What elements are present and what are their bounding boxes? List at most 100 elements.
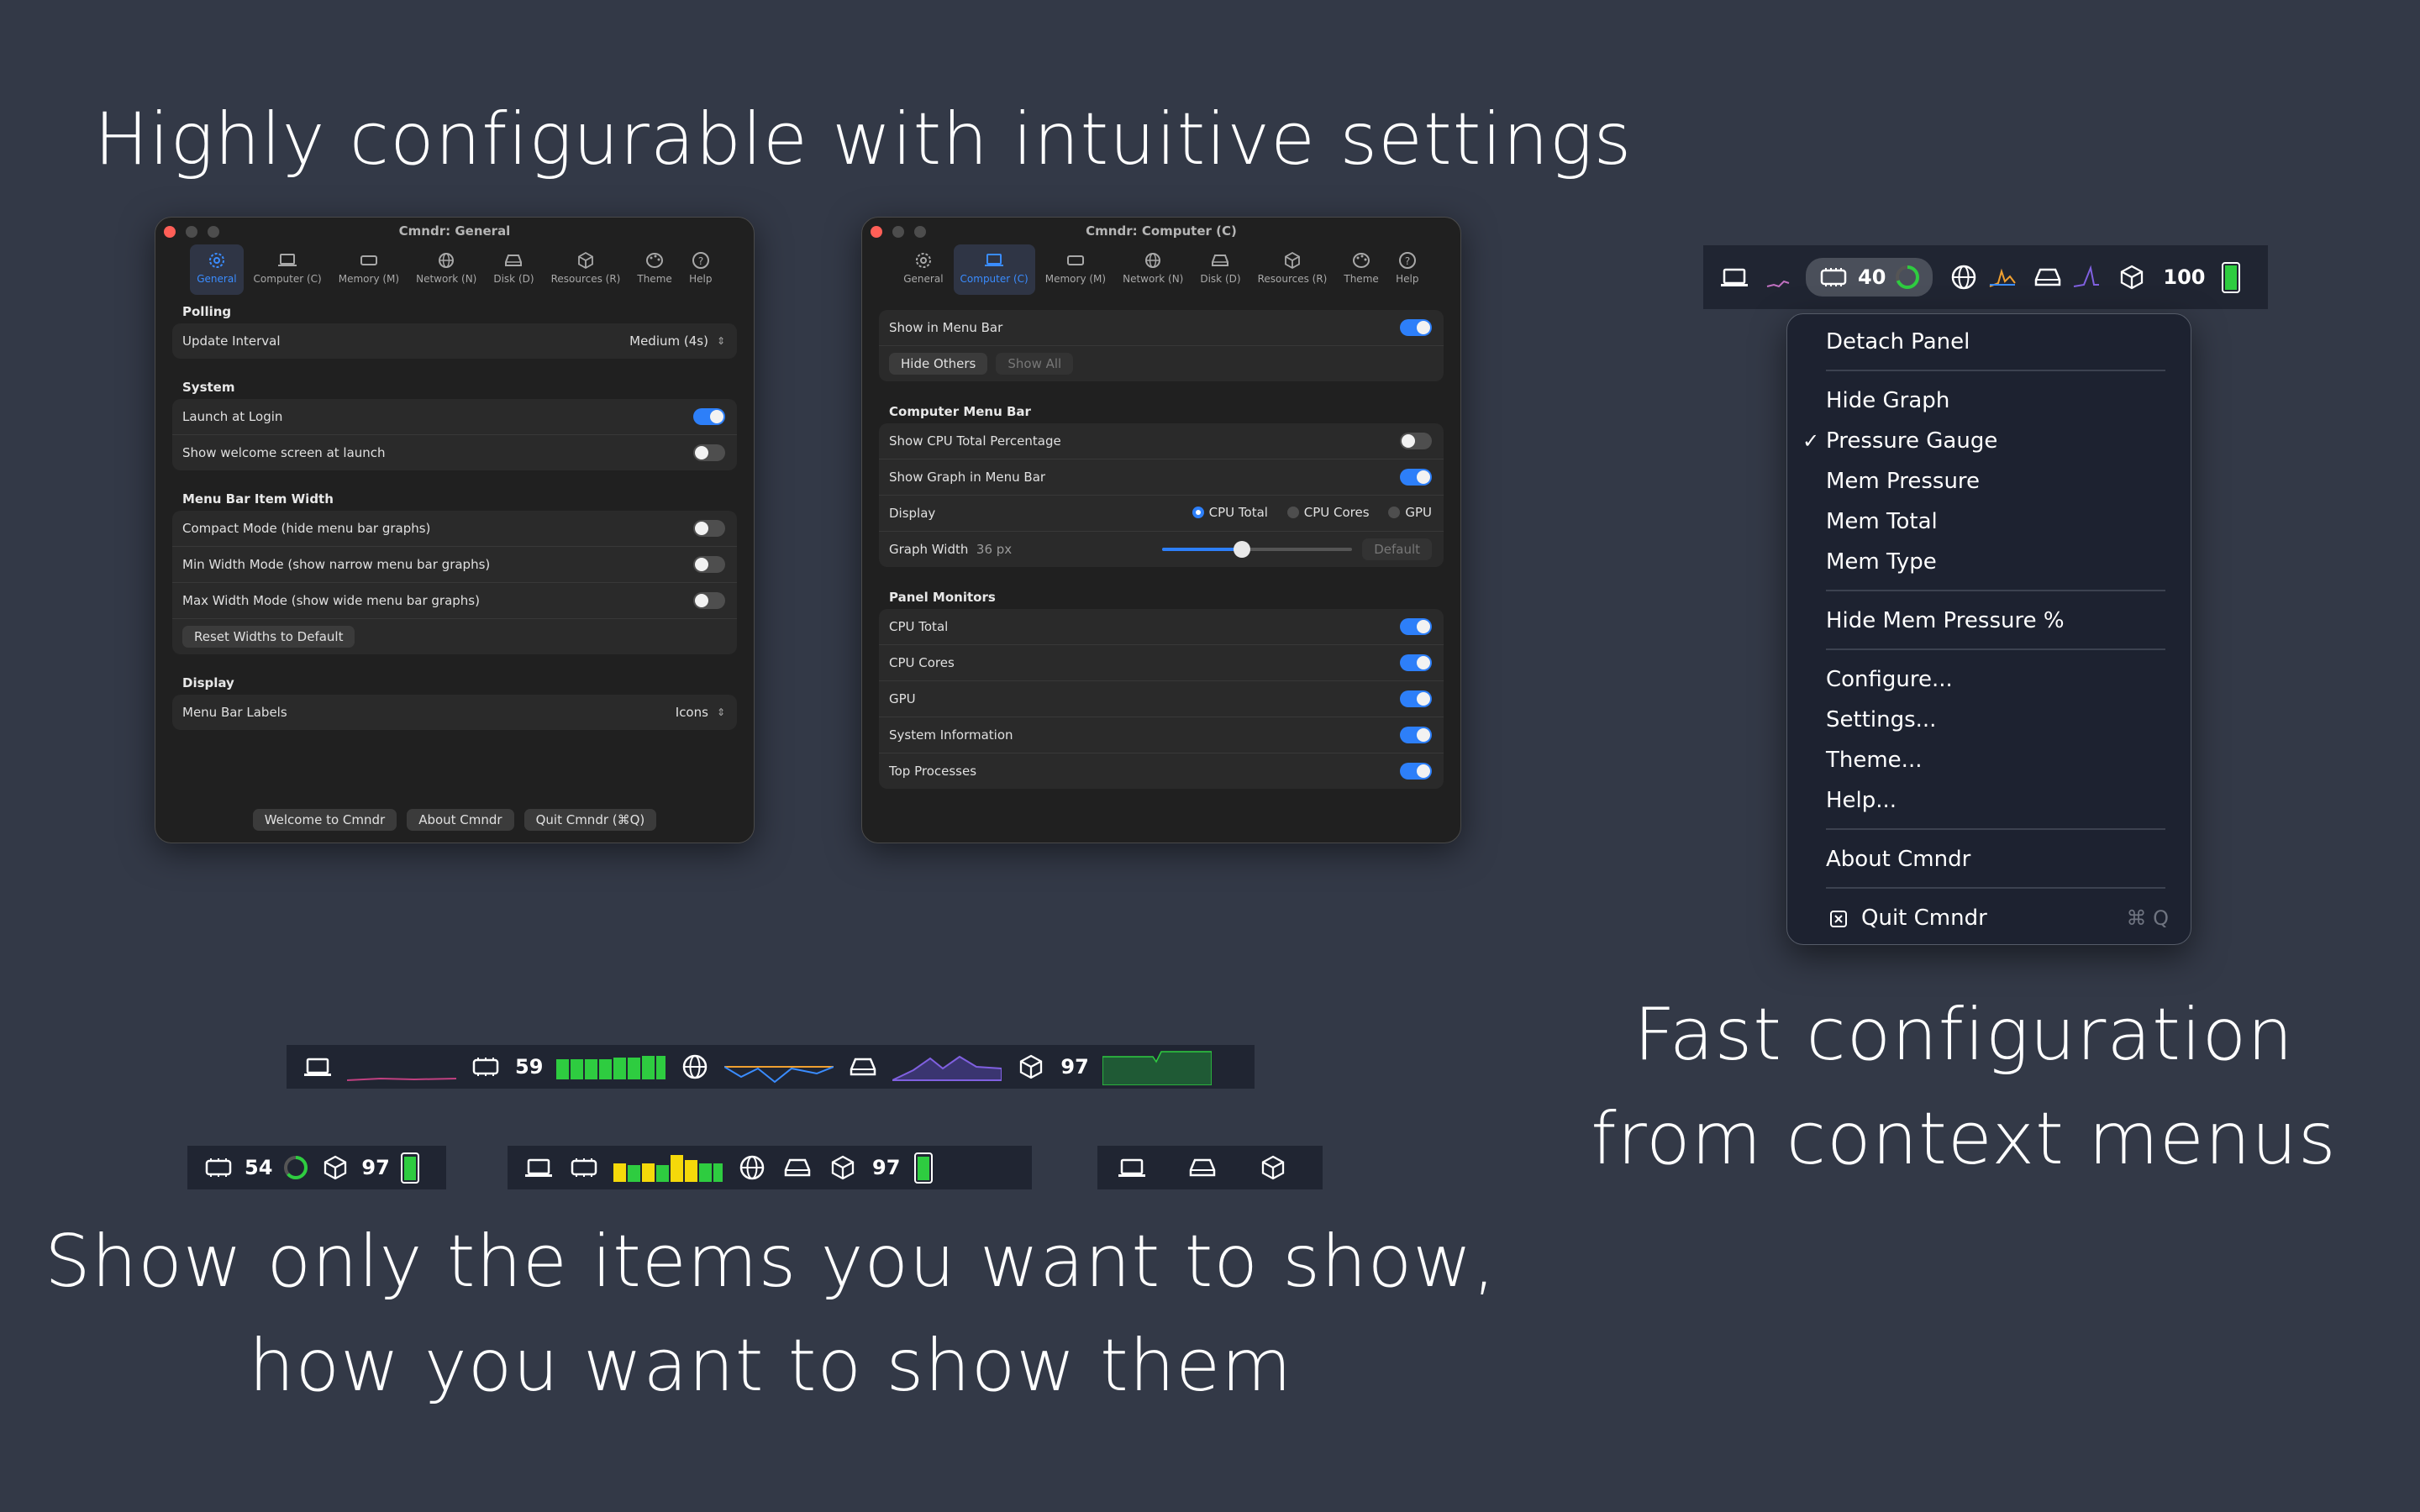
about-button[interactable]: About Cmndr (407, 809, 514, 831)
quit-button[interactable]: Quit Cmndr (⌘Q) (523, 809, 657, 831)
tab-help[interactable]: ? Help (1389, 244, 1426, 295)
tab-disk[interactable]: Disk (D) (487, 244, 540, 295)
disk-icon[interactable] (2032, 264, 2064, 291)
menu-item-settings[interactable]: Settings... (1826, 703, 1936, 737)
tab-general[interactable]: General (190, 244, 244, 295)
menu-item-help[interactable]: Help... (1826, 784, 1897, 817)
reset-widths-button[interactable]: Reset Widths to Default (182, 626, 355, 648)
disk-icon[interactable] (1186, 1154, 1218, 1181)
menu-item-about[interactable]: About Cmndr (1826, 843, 1970, 876)
min-width-toggle[interactable] (693, 556, 725, 573)
cube-icon[interactable] (2116, 264, 2148, 291)
update-interval-popup[interactable]: Medium (4s) ⇕ (629, 333, 725, 349)
launch-at-login-toggle[interactable] (693, 408, 725, 425)
tab-theme[interactable]: Theme (630, 244, 678, 295)
laptop-icon[interactable] (1718, 264, 1750, 291)
menu-item-mem-pressure[interactable]: Mem Pressure (1826, 465, 1980, 498)
default-button[interactable]: Default (1362, 538, 1432, 560)
menu-item-quit[interactable]: Quit Cmndr (1861, 901, 1987, 935)
cpu-pct-toggle[interactable] (1400, 433, 1432, 449)
tab-disk[interactable]: Disk (D) (1193, 244, 1247, 295)
panel-monitor-toggle[interactable] (1400, 727, 1432, 743)
compact-mode-toggle[interactable] (693, 520, 725, 537)
menu-item-pressure-gauge[interactable]: Pressure Gauge (1826, 424, 1997, 458)
memory-chip-icon[interactable] (568, 1154, 600, 1181)
menu-item-hide-mem-pressure[interactable]: Hide Mem Pressure % (1826, 604, 2065, 638)
welcome-screen-toggle[interactable] (693, 444, 725, 461)
gear-icon (208, 253, 224, 268)
graph-width-slider[interactable] (1162, 541, 1353, 558)
palette-icon (1353, 253, 1370, 268)
memory-chip-icon[interactable] (203, 1154, 234, 1181)
tab-resources[interactable]: Resources (R) (544, 244, 628, 295)
panel-monitor-toggle[interactable] (1400, 654, 1432, 671)
globe-icon[interactable] (1948, 264, 1980, 291)
menu-bar-strip-wide: 59 97 (287, 1045, 1255, 1089)
tab-memory[interactable]: Memory (M) (332, 244, 406, 295)
show-all-button[interactable]: Show All (996, 353, 1074, 375)
menu-item-mem-type[interactable]: Mem Type (1826, 545, 1937, 579)
settings-window-general: Cmndr: General General Computer (C) Memo… (155, 217, 755, 843)
quit-icon (1830, 911, 1847, 927)
tab-computer[interactable]: Computer (C) (247, 244, 329, 295)
tab-network[interactable]: Network (N) (1116, 244, 1190, 295)
compact-mode-label: Compact Mode (hide menu bar graphs) (182, 521, 431, 536)
settings-toolbar: General Computer (C) Memory (M) Network … (155, 244, 754, 295)
panel-monitor-row: CPU Total (879, 609, 1444, 645)
laptop-icon[interactable] (302, 1053, 334, 1080)
tab-theme[interactable]: Theme (1337, 244, 1385, 295)
laptop-icon[interactable] (1116, 1154, 1148, 1181)
menu-item-hide-graph[interactable]: Hide Graph (1826, 384, 1949, 417)
graph-toggle[interactable] (1400, 469, 1432, 486)
cube-icon[interactable] (1015, 1053, 1047, 1080)
memory-chip-icon[interactable] (470, 1053, 502, 1080)
menu-item-theme[interactable]: Theme... (1826, 743, 1922, 777)
memory-status-pill[interactable]: 40 (1806, 258, 1933, 297)
max-width-toggle[interactable] (693, 592, 725, 609)
panel-monitor-label: Top Processes (889, 764, 977, 779)
menu-bar-strip-small-2: 97 (508, 1146, 1032, 1189)
cube-icon[interactable] (1257, 1154, 1289, 1181)
menu-bar-strip-top: 40 100 (1703, 245, 2268, 309)
menu-item-detach-panel[interactable]: Detach Panel (1826, 325, 1970, 359)
graph-width-row: Graph Width 36 px Default (879, 532, 1444, 567)
tab-general[interactable]: General (897, 244, 950, 295)
battery-value: 97 (361, 1156, 390, 1179)
tab-computer[interactable]: Computer (C) (953, 244, 1035, 295)
tab-label: Disk (D) (493, 273, 534, 285)
hide-others-button[interactable]: Hide Others (889, 353, 988, 375)
cube-icon[interactable] (319, 1154, 351, 1181)
tab-memory[interactable]: Memory (M) (1039, 244, 1113, 295)
system-group: Launch at Login Show welcome screen at l… (172, 399, 737, 470)
laptop-icon[interactable] (523, 1154, 555, 1181)
panel-monitor-toggle[interactable] (1400, 618, 1432, 635)
disk-icon[interactable] (781, 1154, 813, 1181)
slider-knob[interactable] (1234, 541, 1251, 558)
disk-icon (1212, 255, 1229, 266)
panel-monitor-toggle[interactable] (1400, 763, 1432, 780)
pressure-gauge-ring (1896, 265, 1920, 289)
menu-item-mem-total[interactable]: Mem Total (1826, 505, 1938, 538)
disk-icon[interactable] (847, 1053, 879, 1080)
welcome-button[interactable]: Welcome to Cmndr (252, 809, 397, 831)
show-in-menu-bar-toggle[interactable] (1400, 319, 1432, 336)
section-heading-system: System (182, 380, 235, 395)
tab-label: General (903, 273, 944, 285)
globe-icon[interactable] (679, 1053, 711, 1080)
radio-cpu-total[interactable]: CPU Total (1192, 505, 1268, 520)
radio-gpu[interactable]: GPU (1388, 505, 1432, 520)
radio-cpu-cores[interactable]: CPU Cores (1286, 505, 1370, 520)
panel-monitor-toggle[interactable] (1400, 690, 1432, 707)
tab-label: Help (1396, 273, 1419, 285)
min-width-label: Min Width Mode (show narrow menu bar gra… (182, 557, 491, 572)
tab-network[interactable]: Network (N) (409, 244, 483, 295)
svg-text:?: ? (698, 255, 703, 267)
menu-bar-labels-popup[interactable]: Icons ⇕ (676, 705, 725, 720)
menu-bar-strip-small-3 (1097, 1146, 1323, 1189)
cube-icon[interactable] (827, 1154, 859, 1181)
menu-item-configure[interactable]: Configure... (1826, 663, 1953, 696)
globe-icon[interactable] (736, 1154, 768, 1181)
tab-resources[interactable]: Resources (R) (1251, 244, 1334, 295)
panel-monitor-label: CPU Total (889, 619, 949, 634)
tab-help[interactable]: ? Help (682, 244, 719, 295)
